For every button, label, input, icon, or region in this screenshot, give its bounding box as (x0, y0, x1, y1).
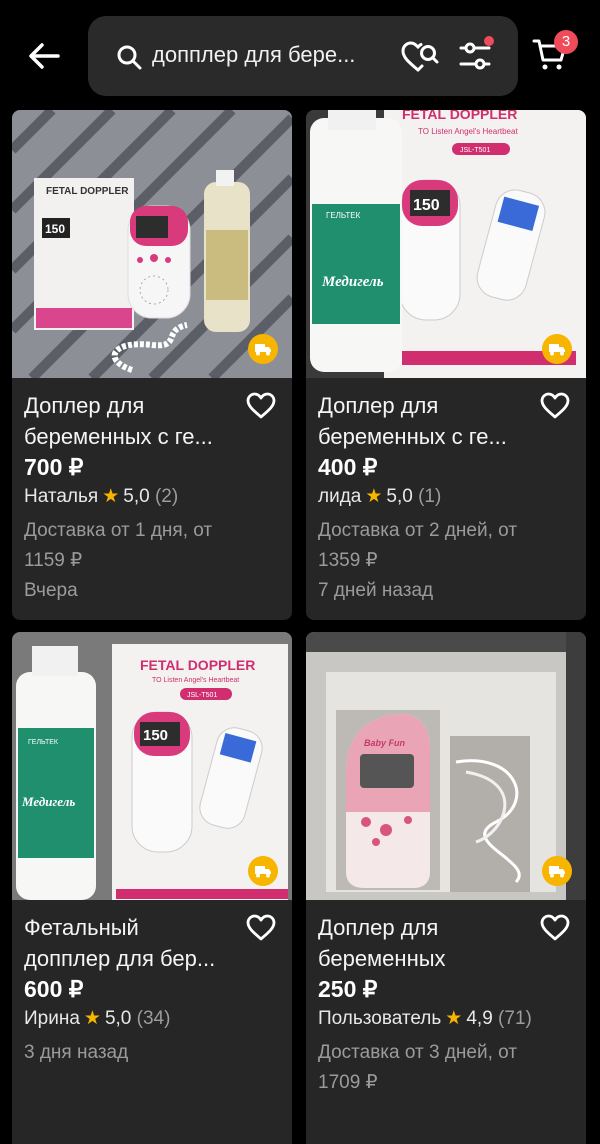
box-screen-reading: 150 (143, 727, 168, 744)
cart-button[interactable]: 3 (532, 30, 578, 76)
delivery-badge (542, 856, 572, 886)
filters-button[interactable] (458, 36, 494, 72)
delivery-badge (542, 334, 572, 364)
delivery-line-1: Доставка от 3 дней, от (318, 1042, 518, 1063)
product-price: 400 ₽ (318, 454, 378, 480)
product-meta: 3 дня назад (24, 1038, 284, 1068)
star-icon: ★ (83, 1008, 101, 1029)
seller-rating: 5,0 (123, 486, 150, 507)
heart-icon[interactable] (540, 914, 570, 942)
title-line-1: Фетальный (24, 915, 139, 940)
saved-search-icon[interactable] (400, 40, 440, 74)
bottle-brand-text: ГЕЛЬТЕК (326, 211, 361, 220)
box-model-text: JSL-T501 (460, 147, 490, 154)
star-icon: ★ (365, 486, 383, 507)
bottle-name-text: Медигель (21, 794, 75, 809)
box-brand-text: FETAL DOPPLER (46, 186, 129, 197)
product-price: 250 ₽ (318, 976, 378, 1002)
seller-info: Ирина ★ 5,0 (34) (24, 1007, 170, 1030)
product-photo: FETAL DOPPLER TO Listen Angel's Heartbea… (306, 110, 586, 378)
delivery-badge (248, 856, 278, 886)
review-count: (2) (154, 486, 179, 507)
delivery-line-2: 1359 ₽ (318, 550, 378, 571)
seller-info: Пользователь ★ 4,9 (71) (318, 1007, 532, 1030)
product-meta: Доставка от 3 дней, от 1709 ₽ (318, 1038, 578, 1098)
search-input[interactable]: допплер для бере... (152, 42, 392, 68)
box-screen-reading: 150 (45, 222, 65, 236)
truck-icon (549, 344, 565, 356)
box-brand-text: FETAL DOPPLER (140, 657, 255, 673)
posted-date: 7 дней назад (318, 580, 434, 601)
product-card[interactable]: Baby Fun Доплер для беременных 250 ₽ Поль… (306, 632, 586, 1144)
star-icon: ★ (445, 1008, 463, 1029)
seller-name: Наталья (24, 486, 99, 507)
delivery-line-1: Доставка от 1 дня, от (24, 520, 213, 541)
seller-rating: 4,9 (466, 1008, 493, 1029)
product-photo: FETAL DOPPLER TO Listen Angel's Heartbea… (12, 632, 292, 900)
product-card[interactable]: FETAL DOPPLER TO Listen Angel's Heartbea… (12, 632, 292, 1144)
box-screen-reading: 150 (413, 197, 440, 214)
delivery-line-2: 1709 ₽ (318, 1072, 378, 1093)
heart-icon[interactable] (540, 392, 570, 420)
delivery-line-2: 1159 ₽ (24, 550, 83, 571)
seller-info: лида ★ 5,0 (1) (318, 485, 441, 508)
box-subtitle-text: TO Listen Angel's Heartbeat (152, 677, 239, 684)
product-photo: Baby Fun (306, 632, 586, 900)
product-price: 700 ₽ (24, 454, 84, 480)
title-line-2: беременных (318, 946, 446, 971)
delivery-line-1: Доставка от 2 дней, от (318, 520, 518, 541)
heart-icon[interactable] (246, 914, 276, 942)
back-button[interactable] (24, 36, 64, 76)
box-subtitle-text: TO Listen Angel's Heartbeat (418, 127, 518, 136)
heart-icon[interactable] (246, 392, 276, 420)
truck-icon (549, 866, 565, 878)
product-meta: Доставка от 1 дня, от 1159 ₽ Вчера (24, 516, 284, 606)
product-photo: FETAL DOPPLER 150 (12, 110, 292, 378)
product-image[interactable]: FETAL DOPPLER 150 (12, 110, 292, 378)
bottle-name-text: Медигель (321, 274, 384, 290)
posted-date: Вчера (24, 580, 78, 601)
review-count: (1) (418, 486, 442, 507)
truck-icon (255, 866, 271, 878)
title-line-2: беременных с ге... (318, 424, 507, 449)
seller-name: Пользователь (318, 1008, 442, 1029)
seller-rating: 5,0 (386, 486, 413, 507)
title-line-2: беременных с ге... (24, 424, 213, 449)
box-model-text: JSL-T501 (187, 692, 217, 699)
star-icon: ★ (102, 486, 120, 507)
product-title[interactable]: Доплер для беременных с ге... (318, 390, 538, 452)
truck-icon (255, 344, 271, 356)
seller-rating: 5,0 (104, 1008, 132, 1029)
review-count: (34) (136, 1008, 171, 1029)
title-line-1: Доплер для (318, 915, 439, 940)
top-bar: допплер для бере... 3 (0, 0, 600, 110)
review-count: (71) (498, 1008, 532, 1029)
box-brand-text: FETAL DOPPLER (402, 110, 517, 122)
search-bar[interactable]: допплер для бере... (88, 16, 518, 96)
product-price: 600 ₽ (24, 976, 84, 1002)
product-title[interactable]: Доплер для беременных с ге... (24, 390, 244, 452)
delivery-badge (248, 334, 278, 364)
seller-name: Ирина (24, 1008, 80, 1029)
filters-active-dot (484, 36, 494, 46)
search-icon (117, 45, 142, 70)
device-brand-text: Baby Fun (364, 738, 406, 748)
title-line-2: допплер для бер... (24, 946, 216, 971)
product-title[interactable]: Фетальный допплер для бер... (24, 912, 244, 974)
product-card[interactable]: FETAL DOPPLER TO Listen Angel's Heartbea… (306, 110, 586, 620)
product-image[interactable]: FETAL DOPPLER TO Listen Angel's Heartbea… (12, 632, 292, 900)
product-image[interactable]: FETAL DOPPLER TO Listen Angel's Heartbea… (306, 110, 586, 378)
seller-name: лида (318, 486, 362, 507)
product-image[interactable]: Baby Fun (306, 632, 586, 900)
product-meta: Доставка от 2 дней, от 1359 ₽ 7 дней назад (318, 516, 578, 606)
delivery-line-1: 3 дня назад (24, 1042, 129, 1063)
bottle-brand-text: ГЕЛЬТЕК (28, 739, 59, 746)
title-line-1: Доплер для (24, 393, 145, 418)
product-card[interactable]: FETAL DOPPLER 150 Доплер для беременных с… (12, 110, 292, 620)
title-line-1: Доплер для (318, 393, 439, 418)
arrow-left-icon (29, 43, 60, 69)
seller-info: Наталья ★ 5,0 (2) (24, 485, 178, 508)
cart-count-badge: 3 (554, 30, 578, 54)
product-title[interactable]: Доплер для беременных (318, 912, 538, 974)
